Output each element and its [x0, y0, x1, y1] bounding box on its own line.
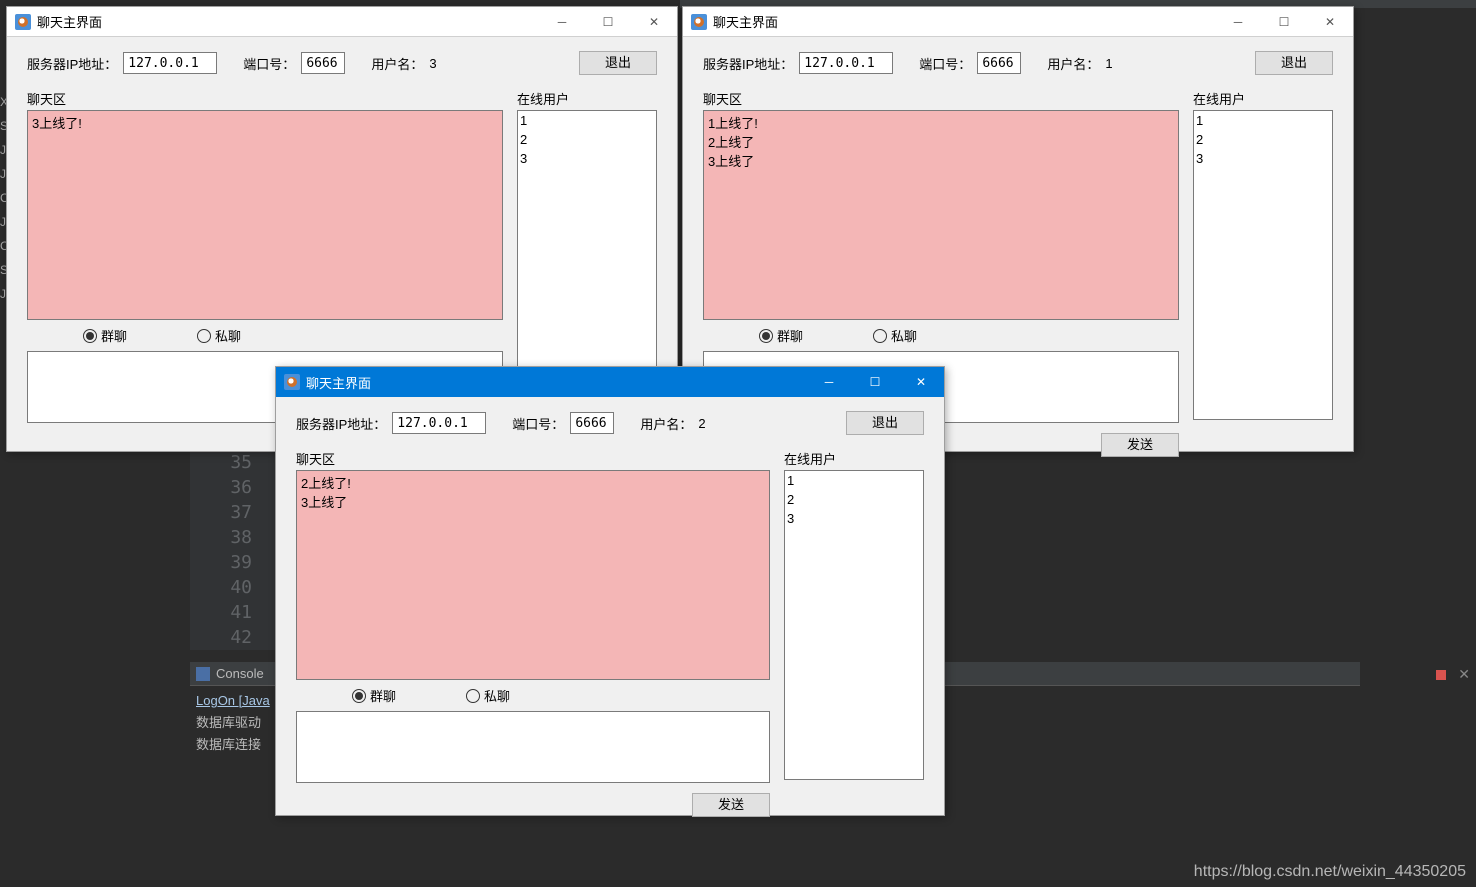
close-icon[interactable]: ✕: [1458, 666, 1470, 683]
online-user-list[interactable]: 1 2 3: [1193, 110, 1333, 420]
chat-area[interactable]: 2上线了! 3上线了: [296, 470, 770, 680]
console-icon: [196, 667, 210, 681]
port-label: 端口号：: [243, 54, 295, 73]
username-label: 用户名：: [1047, 54, 1099, 73]
private-chat-radio[interactable]: 私聊: [873, 326, 917, 345]
java-icon: [15, 14, 31, 30]
username-value: 1: [1105, 56, 1112, 71]
port-input[interactable]: [301, 52, 345, 74]
list-item[interactable]: 2: [787, 490, 921, 509]
java-icon: [691, 14, 707, 30]
group-chat-radio[interactable]: 群聊: [759, 326, 803, 345]
port-input[interactable]: [570, 412, 614, 434]
radio-label: 群聊: [101, 326, 127, 345]
radio-label: 群聊: [370, 686, 396, 705]
server-ip-input[interactable]: [123, 52, 217, 74]
maximize-button[interactable]: ☐: [585, 7, 631, 37]
window-title: 聊天主界面: [37, 12, 106, 31]
private-chat-radio[interactable]: 私聊: [197, 326, 241, 345]
console-toolbar: ✕: [1436, 666, 1470, 683]
radio-label: 私聊: [215, 326, 241, 345]
list-item[interactable]: 1: [520, 111, 654, 130]
list-item[interactable]: 3: [1196, 149, 1330, 168]
server-ip-label: 服务器IP地址：: [296, 414, 386, 433]
java-icon: [284, 374, 300, 390]
console-launch[interactable]: LogOn [Java: [196, 693, 270, 708]
chat-area[interactable]: 1上线了! 2上线了 3上线了: [703, 110, 1179, 320]
chat-area[interactable]: 3上线了!: [27, 110, 503, 320]
close-button[interactable]: ✕: [631, 7, 677, 37]
radio-icon: [466, 689, 480, 703]
message-input[interactable]: [296, 711, 770, 783]
maximize-button[interactable]: ☐: [852, 367, 898, 397]
titlebar[interactable]: 聊天主界面 ─ ☐ ✕: [7, 7, 677, 37]
chat-area-label: 聊天区: [296, 449, 770, 468]
port-label: 端口号：: [919, 54, 971, 73]
list-item[interactable]: 1: [787, 471, 921, 490]
chat-area-label: 聊天区: [27, 89, 503, 108]
minimize-button[interactable]: ─: [1215, 7, 1261, 37]
titlebar[interactable]: 聊天主界面 ─ ☐ ✕: [276, 367, 944, 397]
radio-icon: [873, 329, 887, 343]
online-user-list[interactable]: 1 2 3: [784, 470, 924, 780]
console-line: 数据库驱动: [196, 715, 261, 730]
server-ip-label: 服务器IP地址：: [703, 54, 793, 73]
minimize-button[interactable]: ─: [806, 367, 852, 397]
online-users-label: 在线用户: [517, 89, 657, 108]
stop-icon[interactable]: [1436, 670, 1446, 680]
list-item[interactable]: 3: [520, 149, 654, 168]
server-ip-input[interactable]: [799, 52, 893, 74]
radio-icon: [83, 329, 97, 343]
username-value: 2: [698, 416, 705, 431]
port-input[interactable]: [977, 52, 1021, 74]
radio-label: 私聊: [484, 686, 510, 705]
window-title: 聊天主界面: [306, 373, 375, 392]
editor-gutter: 35 36 37 38 39 40 41 42: [190, 450, 280, 650]
username-label: 用户名：: [371, 54, 423, 73]
radio-icon: [197, 329, 211, 343]
server-ip-label: 服务器IP地址：: [27, 54, 117, 73]
watermark: https://blog.csdn.net/weixin_44350205: [1194, 863, 1466, 881]
group-chat-radio[interactable]: 群聊: [83, 326, 127, 345]
close-button[interactable]: ✕: [898, 367, 944, 397]
username-value: 3: [429, 56, 436, 71]
close-button[interactable]: ✕: [1307, 7, 1353, 37]
maximize-button[interactable]: ☐: [1261, 7, 1307, 37]
chat-window-2: 聊天主界面 ─ ☐ ✕ 服务器IP地址： 端口号： 用户名： 2 退出 聊天区 …: [275, 366, 945, 816]
console-tab-label: Console: [216, 666, 264, 681]
username-label: 用户名：: [640, 414, 692, 433]
exit-button[interactable]: 退出: [846, 411, 924, 435]
list-item[interactable]: 2: [520, 130, 654, 149]
online-users-label: 在线用户: [1193, 89, 1333, 108]
radio-icon: [352, 689, 366, 703]
group-chat-radio[interactable]: 群聊: [352, 686, 396, 705]
list-item[interactable]: 2: [1196, 130, 1330, 149]
chat-area-label: 聊天区: [703, 89, 1179, 108]
send-button[interactable]: 发送: [692, 793, 770, 817]
online-users-label: 在线用户: [784, 449, 924, 468]
port-label: 端口号：: [512, 414, 564, 433]
console-line: 数据库连接: [196, 737, 261, 752]
radio-label: 群聊: [777, 326, 803, 345]
minimize-button[interactable]: ─: [539, 7, 585, 37]
window-title: 聊天主界面: [713, 12, 782, 31]
exit-button[interactable]: 退出: [579, 51, 657, 75]
server-ip-input[interactable]: [392, 412, 486, 434]
send-button[interactable]: 发送: [1101, 433, 1179, 457]
list-item[interactable]: 1: [1196, 111, 1330, 130]
radio-icon: [759, 329, 773, 343]
radio-label: 私聊: [891, 326, 917, 345]
titlebar[interactable]: 聊天主界面 ─ ☐ ✕: [683, 7, 1353, 37]
list-item[interactable]: 3: [787, 509, 921, 528]
exit-button[interactable]: 退出: [1255, 51, 1333, 75]
private-chat-radio[interactable]: 私聊: [466, 686, 510, 705]
